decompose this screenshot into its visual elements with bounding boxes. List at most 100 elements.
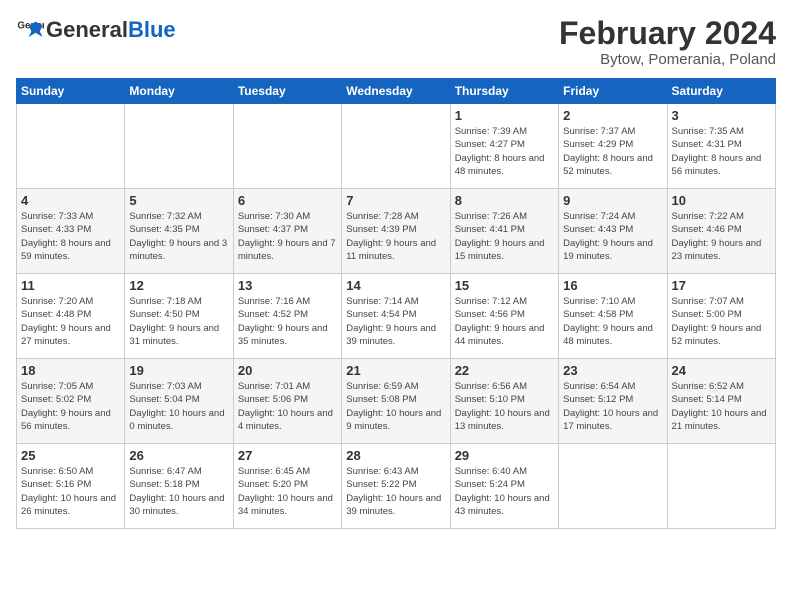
day-number: 15 [455,278,554,293]
col-header-saturday: Saturday [667,79,775,104]
day-number: 25 [21,448,120,463]
day-cell: 20 Sunrise: 7:01 AMSunset: 5:06 PMDayligh… [233,359,341,444]
day-cell [233,104,341,189]
day-number: 5 [129,193,228,208]
day-number: 10 [672,193,771,208]
day-number: 21 [346,363,445,378]
day-cell [667,444,775,529]
day-cell: 28 Sunrise: 6:43 AMSunset: 5:22 PMDayligh… [342,444,450,529]
day-cell: 1Sunrise: 7:39 AMSunset: 4:27 PMDaylight… [450,104,558,189]
week-row-1: 1Sunrise: 7:39 AMSunset: 4:27 PMDaylight… [17,104,776,189]
day-info: Sunrise: 7:35 AMSunset: 4:31 PMDaylight:… [672,125,771,178]
day-number: 18 [21,363,120,378]
col-header-monday: Monday [125,79,233,104]
week-row-2: 4 Sunrise: 7:33 AMSunset: 4:33 PMDaylight… [17,189,776,274]
day-number: 28 [346,448,445,463]
logo-icon: General [16,16,44,44]
day-cell: 21 Sunrise: 6:59 AMSunset: 5:08 PMDayligh… [342,359,450,444]
day-cell: 15 Sunrise: 7:12 AMSunset: 4:56 PMDayligh… [450,274,558,359]
day-number: 20 [238,363,337,378]
day-cell: 2 Sunrise: 7:37 AMSunset: 4:29 PMDaylight… [559,104,667,189]
day-number: 24 [672,363,771,378]
logo-general: General [46,17,128,42]
day-cell: 11 Sunrise: 7:20 AMSunset: 4:48 PMDayligh… [17,274,125,359]
week-row-3: 11 Sunrise: 7:20 AMSunset: 4:48 PMDayligh… [17,274,776,359]
day-cell: 14Sunrise: 7:14 AMSunset: 4:54 PMDayligh… [342,274,450,359]
day-number: 14 [346,278,445,293]
day-number: 12 [129,278,228,293]
day-info: Sunrise: 6:47 AMSunset: 5:18 PMDaylight:… [129,465,228,518]
col-header-thursday: Thursday [450,79,558,104]
day-cell: 27 Sunrise: 6:45 AMSunset: 5:20 PMDayligh… [233,444,341,529]
day-number: 6 [238,193,337,208]
page: General GeneralBlue February 2024 Bytow,… [0,0,792,612]
day-number: 4 [21,193,120,208]
day-info: Sunrise: 7:12 AMSunset: 4:56 PMDaylight:… [455,295,554,348]
header: General GeneralBlue February 2024 Bytow,… [16,16,776,68]
day-info: Sunrise: 7:10 AMSunset: 4:58 PMDaylight:… [563,295,662,348]
day-info: Sunrise: 6:52 AMSunset: 5:14 PMDaylight:… [672,380,771,433]
day-cell: 19 Sunrise: 7:03 AMSunset: 5:04 PMDayligh… [125,359,233,444]
day-info: Sunrise: 7:16 AMSunset: 4:52 PMDaylight:… [238,295,337,348]
logo-blue: Blue [128,17,176,42]
day-info: Sunrise: 7:32 AMSunset: 4:35 PMDaylight:… [129,210,228,263]
day-number: 17 [672,278,771,293]
day-info: Sunrise: 6:45 AMSunset: 5:20 PMDaylight:… [238,465,337,518]
day-info: Sunrise: 7:30 AMSunset: 4:37 PMDaylight:… [238,210,337,263]
day-info: Sunrise: 7:37 AMSunset: 4:29 PMDaylight:… [563,125,662,178]
day-cell: 29Sunrise: 6:40 AMSunset: 5:24 PMDayligh… [450,444,558,529]
day-info: Sunrise: 6:40 AMSunset: 5:24 PMDaylight:… [455,465,554,518]
day-info: Sunrise: 7:26 AMSunset: 4:41 PMDaylight:… [455,210,554,263]
day-number: 19 [129,363,228,378]
day-cell: 13 Sunrise: 7:16 AMSunset: 4:52 PMDayligh… [233,274,341,359]
day-number: 7 [346,193,445,208]
logo-text: GeneralBlue [46,19,176,41]
day-info: Sunrise: 7:28 AMSunset: 4:39 PMDaylight:… [346,210,445,263]
day-cell: 16Sunrise: 7:10 AMSunset: 4:58 PMDayligh… [559,274,667,359]
day-info: Sunrise: 7:24 AMSunset: 4:43 PMDaylight:… [563,210,662,263]
day-number: 27 [238,448,337,463]
day-cell: 4 Sunrise: 7:33 AMSunset: 4:33 PMDaylight… [17,189,125,274]
subtitle: Bytow, Pomerania, Poland [559,51,776,68]
day-cell: 10 Sunrise: 7:22 AMSunset: 4:46 PMDayligh… [667,189,775,274]
day-info: Sunrise: 6:56 AMSunset: 5:10 PMDaylight:… [455,380,554,433]
day-number: 23 [563,363,662,378]
day-cell [125,104,233,189]
title-block: February 2024 Bytow, Pomerania, Poland [559,16,776,68]
week-row-4: 18 Sunrise: 7:05 AMSunset: 5:02 PMDayligh… [17,359,776,444]
day-info: Sunrise: 7:07 AMSunset: 5:00 PMDaylight:… [672,295,771,348]
day-info: Sunrise: 6:50 AMSunset: 5:16 PMDaylight:… [21,465,120,518]
day-number: 8 [455,193,554,208]
col-header-sunday: Sunday [17,79,125,104]
day-cell: 9 Sunrise: 7:24 AMSunset: 4:43 PMDaylight… [559,189,667,274]
day-cell: 8 Sunrise: 7:26 AMSunset: 4:41 PMDaylight… [450,189,558,274]
header-row: SundayMondayTuesdayWednesdayThursdayFrid… [17,79,776,104]
day-cell: 7 Sunrise: 7:28 AMSunset: 4:39 PMDaylight… [342,189,450,274]
day-info: Sunrise: 6:59 AMSunset: 5:08 PMDaylight:… [346,380,445,433]
day-info: Sunrise: 7:33 AMSunset: 4:33 PMDaylight:… [21,210,120,263]
day-cell: 25 Sunrise: 6:50 AMSunset: 5:16 PMDayligh… [17,444,125,529]
day-info: Sunrise: 7:22 AMSunset: 4:46 PMDaylight:… [672,210,771,263]
day-info: Sunrise: 7:03 AMSunset: 5:04 PMDaylight:… [129,380,228,433]
col-header-tuesday: Tuesday [233,79,341,104]
day-cell: 24 Sunrise: 6:52 AMSunset: 5:14 PMDayligh… [667,359,775,444]
day-number: 22 [455,363,554,378]
logo: General GeneralBlue [16,16,176,44]
main-title: February 2024 [559,16,776,51]
day-cell: 22 Sunrise: 6:56 AMSunset: 5:10 PMDayligh… [450,359,558,444]
day-cell [17,104,125,189]
day-number: 11 [21,278,120,293]
day-number: 9 [563,193,662,208]
day-cell [559,444,667,529]
day-cell [342,104,450,189]
day-cell: 5 Sunrise: 7:32 AMSunset: 4:35 PMDaylight… [125,189,233,274]
calendar-table: SundayMondayTuesdayWednesdayThursdayFrid… [16,78,776,529]
day-cell: 26Sunrise: 6:47 AMSunset: 5:18 PMDayligh… [125,444,233,529]
day-number: 2 [563,108,662,123]
day-info: Sunrise: 7:01 AMSunset: 5:06 PMDaylight:… [238,380,337,433]
day-info: Sunrise: 6:43 AMSunset: 5:22 PMDaylight:… [346,465,445,518]
day-cell: 18 Sunrise: 7:05 AMSunset: 5:02 PMDayligh… [17,359,125,444]
day-info: Sunrise: 7:20 AMSunset: 4:48 PMDaylight:… [21,295,120,348]
day-number: 13 [238,278,337,293]
day-info: Sunrise: 7:05 AMSunset: 5:02 PMDaylight:… [21,380,120,433]
